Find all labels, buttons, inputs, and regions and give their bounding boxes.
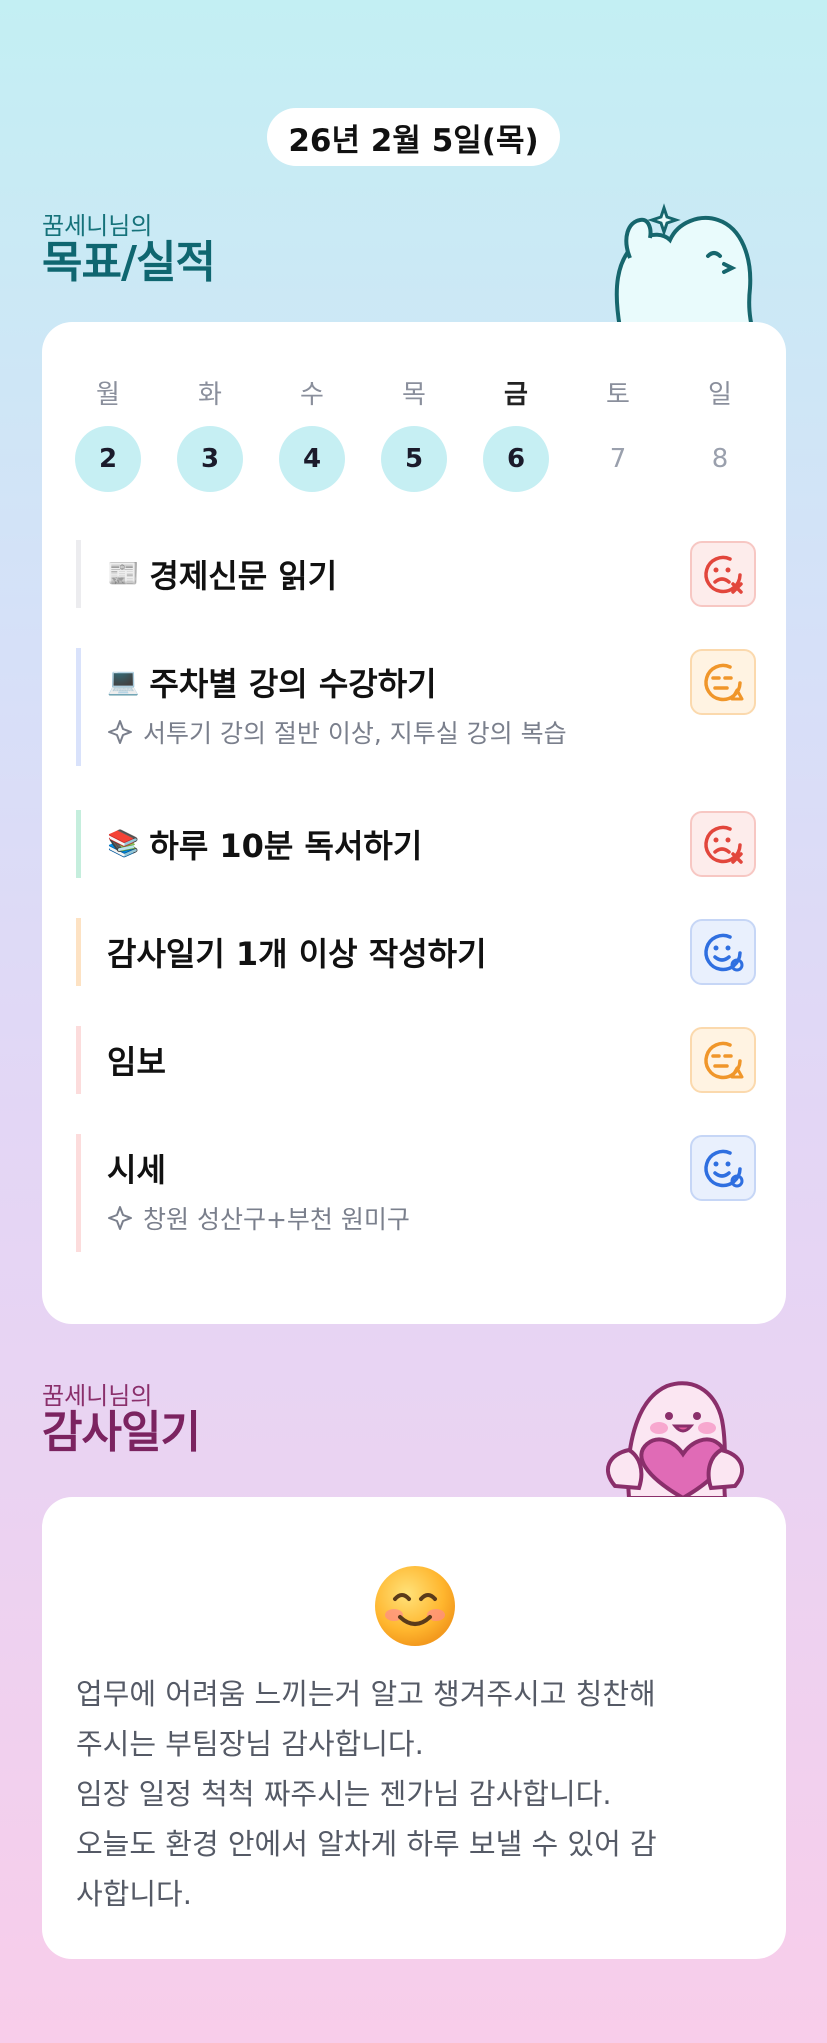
goal-subtitle: 창원 성산구+부천 원미구 [107, 1200, 756, 1236]
goal-item[interactable]: 시세 창원 성산구+부천 원미구 [76, 1134, 756, 1252]
smiling-face-icon [375, 1566, 455, 1646]
thanks-line: 주시는 부팀장님 감사합니다. [76, 1727, 424, 1761]
thanks-section-owner: 꿈세니님의 [42, 1382, 153, 1410]
goal-title: 📚 하루 10분 독서하기 [107, 810, 756, 878]
goal-title: 시세 [107, 1134, 756, 1202]
goal-item[interactable]: 💻 주차별 강의 수강하기 서투기 강의 절반 이상, 지투실 강의 복습 [76, 648, 756, 766]
books-icon: 📚 [107, 829, 140, 859]
goals-section-owner: 꿈세니님의 [42, 212, 153, 240]
thanks-line: 임장 일정 척척 짜주시는 젠가님 감사합니다. [76, 1777, 612, 1811]
day-label: 금 [504, 380, 528, 410]
day-mon[interactable]: 월2 [74, 374, 142, 492]
thanks-text: 업무에 어려움 느끼는거 알고 챙겨주시고 칭찬해 주시는 부팀장님 감사합니다… [76, 1669, 756, 1919]
date-pill[interactable]: 26년 2월 5일(목) [267, 108, 560, 166]
day-number: 2 [75, 426, 141, 492]
laptop-icon: 💻 [107, 667, 140, 697]
day-fri[interactable]: 금6 [482, 374, 550, 492]
sad-face-status-icon[interactable] [690, 811, 756, 877]
day-number: 3 [177, 426, 243, 492]
goals-section-heading: 목표/실적 [42, 237, 216, 288]
goal-title-text: 경제신문 읽기 [149, 557, 338, 595]
day-label: 목 [402, 380, 426, 410]
goal-title-text: 주차별 강의 수강하기 [149, 665, 437, 703]
goal-title: 💻 주차별 강의 수강하기 [107, 648, 756, 716]
neutral-face-status-icon[interactable] [690, 649, 756, 715]
ghost-mascot-icon [614, 203, 755, 328]
thanks-line: 업무에 어려움 느끼는거 알고 챙겨주시고 칭찬해 [76, 1677, 656, 1711]
goal-subtitle: 서투기 강의 절반 이상, 지투실 강의 복습 [107, 714, 756, 750]
thanks-section-title: 꿈세니님의 감사일기 [42, 1382, 201, 1458]
goal-item[interactable]: 📰 경제신문 읽기 [76, 540, 756, 608]
day-number: 5 [381, 426, 447, 492]
goal-title: 📰 경제신문 읽기 [107, 540, 756, 608]
sparkle-icon [108, 1206, 132, 1230]
goal-subtitle-text: 창원 성산구+부천 원미구 [143, 1205, 410, 1234]
week-strip: 월2 화3 수4 목5 금6 토7 일8 [74, 374, 754, 492]
goals-section-title: 꿈세니님의 목표/실적 [42, 212, 216, 288]
sparkle-icon [108, 720, 132, 744]
newspaper-icon: 📰 [107, 559, 140, 589]
happy-face-status-icon[interactable] [690, 1135, 756, 1201]
heart-mascot-icon [606, 1381, 744, 1498]
day-label: 토 [606, 380, 630, 410]
day-label: 수 [300, 380, 324, 410]
goal-item[interactable]: 임보 [76, 1026, 756, 1094]
goal-item[interactable]: 📚 하루 10분 독서하기 [76, 810, 756, 878]
day-wed[interactable]: 수4 [278, 374, 346, 492]
day-thu[interactable]: 목5 [380, 374, 448, 492]
goal-title-text: 임보 [107, 1043, 166, 1081]
neutral-face-status-icon[interactable] [690, 1027, 756, 1093]
day-sun[interactable]: 일8 [686, 374, 754, 492]
goal-item[interactable]: 감사일기 1개 이상 작성하기 [76, 918, 756, 986]
day-label: 일 [708, 380, 732, 410]
thanks-card: 업무에 어려움 느끼는거 알고 챙겨주시고 칭찬해 주시는 부팀장님 감사합니다… [42, 1497, 786, 1959]
goal-title-text: 감사일기 1개 이상 작성하기 [107, 935, 487, 973]
day-label: 월 [96, 380, 120, 410]
goal-title: 임보 [107, 1026, 756, 1094]
day-number: 8 [711, 444, 729, 474]
thanks-line: 오늘도 환경 안에서 알차게 하루 보낼 수 있어 감 [76, 1827, 657, 1861]
happy-face-status-icon[interactable] [690, 919, 756, 985]
thanks-line: 사합니다. [76, 1877, 192, 1911]
goal-title: 감사일기 1개 이상 작성하기 [107, 918, 756, 986]
day-label: 화 [198, 380, 222, 410]
goal-title-text: 하루 10분 독서하기 [149, 827, 423, 865]
goal-title-text: 시세 [107, 1151, 166, 1189]
day-number: 4 [279, 426, 345, 492]
goal-subtitle-text: 서투기 강의 절반 이상, 지투실 강의 복습 [143, 719, 567, 748]
sad-face-status-icon[interactable] [690, 541, 756, 607]
thanks-section-heading: 감사일기 [42, 1407, 201, 1458]
day-number: 6 [483, 426, 549, 492]
day-number: 7 [609, 444, 627, 474]
day-tue[interactable]: 화3 [176, 374, 244, 492]
goals-card: 월2 화3 수4 목5 금6 토7 일8 📰 경제신문 읽기 💻 주차별 강의 … [42, 322, 786, 1324]
day-sat[interactable]: 토7 [584, 374, 652, 492]
